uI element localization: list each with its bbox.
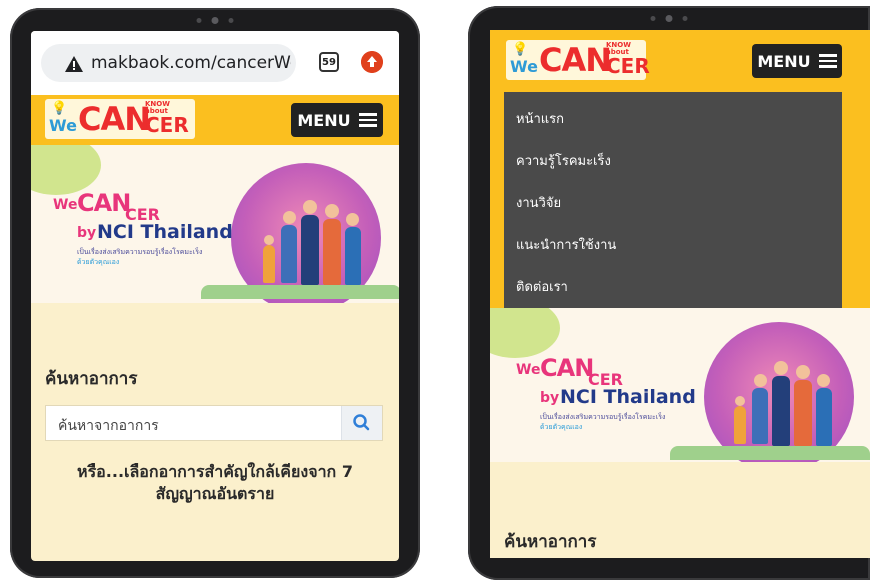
- hero-banner: We CAN CER by NCI Thailand เป็นเรื่องส่ง…: [31, 145, 399, 303]
- logo-can: CAN: [539, 41, 612, 79]
- camera-dots: [196, 17, 234, 24]
- upload-icon[interactable]: [361, 51, 383, 73]
- banner-can: CAN: [77, 189, 131, 217]
- menu-button[interactable]: MENU: [752, 44, 842, 78]
- banner-tagline-2: ด้วยตัวคุณเอง: [540, 423, 583, 431]
- left-screen: makbaok.com/cancerWebsit 59 💡 We CAN KNO…: [31, 31, 399, 561]
- decor-blob: [31, 145, 101, 195]
- search-title: ค้นหาอาการ: [45, 369, 138, 389]
- site-header: 💡 We CAN KNOW about CER MENU: [490, 30, 870, 92]
- logo-cer: CER: [145, 113, 189, 137]
- warning-icon: [65, 56, 83, 72]
- url-text: makbaok.com/cancerWebsit: [91, 53, 291, 73]
- banner-nci-thailand: NCI Thailand: [97, 221, 233, 243]
- banner-we: We: [516, 362, 541, 378]
- search-icon: [353, 414, 370, 431]
- menu-label: MENU: [297, 110, 351, 130]
- menu-label: MENU: [757, 51, 811, 71]
- tab-count-icon[interactable]: 59: [319, 52, 339, 72]
- search-placeholder: ค้นหาจากอาการ: [58, 418, 159, 434]
- decor-ground: [670, 446, 870, 460]
- search-button[interactable]: [341, 406, 382, 440]
- banner-nci-thailand: NCI Thailand: [560, 386, 696, 408]
- prompt-line-1: หรือ...เลือกอาการสำคัญใกล้เคียงจาก 7: [77, 462, 353, 481]
- header-side-right: [842, 92, 870, 308]
- banner-tagline-2: ด้วยตัวคุณเอง: [77, 258, 120, 266]
- logo-we: We: [510, 57, 538, 76]
- logo-cer: CER: [606, 54, 650, 78]
- site-header: 💡 We CAN KNOW about CER MENU: [31, 95, 399, 145]
- menu-button[interactable]: MENU: [291, 103, 383, 137]
- lightbulb-icon: 💡: [512, 42, 529, 57]
- hero-banner: We CAN CER by NCI Thailand เป็นเรื่องส่ง…: [490, 308, 870, 462]
- logo-can: CAN: [78, 100, 151, 138]
- banner-by: by: [540, 390, 560, 406]
- menu-item-how-to-use[interactable]: แนะนำการใช้งาน: [516, 234, 616, 255]
- banner-can: CAN: [540, 354, 594, 382]
- lightbulb-icon: 💡: [51, 101, 68, 116]
- url-bar[interactable]: makbaok.com/cancerWebsit: [41, 44, 296, 82]
- search-input[interactable]: ค้นหาจากอาการ: [45, 405, 383, 441]
- decor-ground: [201, 285, 399, 299]
- browser-toolbar: makbaok.com/cancerWebsit 59: [31, 31, 399, 95]
- menu-item-contact[interactable]: ติดต่อเรา: [516, 276, 568, 297]
- right-screen: 💡 We CAN KNOW about CER MENU หน้าแรก ความ…: [490, 30, 870, 558]
- wecancer-logo[interactable]: 💡 We CAN KNOW about CER: [45, 99, 195, 139]
- camera-dots: [650, 15, 688, 22]
- wecancer-logo[interactable]: 💡 We CAN KNOW about CER: [506, 40, 650, 80]
- header-side-left: [490, 92, 504, 308]
- banner-by: by: [77, 225, 97, 241]
- nav-dropdown: หน้าแรก ความรู้โรคมะเร็ง งานวิจัย แนะนำก…: [504, 92, 842, 308]
- banner-we: We: [53, 197, 78, 213]
- seven-signs-prompt[interactable]: หรือ...เลือกอาการสำคัญใกล้เคียงจาก 7 สัญ…: [45, 461, 385, 505]
- menu-item-cancer-knowledge[interactable]: ความรู้โรคมะเร็ง: [516, 150, 611, 171]
- search-title: ค้นหาอาการ: [504, 532, 597, 552]
- menu-item-research[interactable]: งานวิจัย: [516, 192, 561, 213]
- decor-blob: [490, 308, 560, 358]
- logo-we: We: [49, 116, 77, 135]
- hamburger-icon: [358, 113, 377, 127]
- menu-item-home[interactable]: หน้าแรก: [516, 108, 564, 129]
- hamburger-icon: [818, 54, 837, 68]
- prompt-line-2: สัญญาณอันตราย: [155, 484, 275, 503]
